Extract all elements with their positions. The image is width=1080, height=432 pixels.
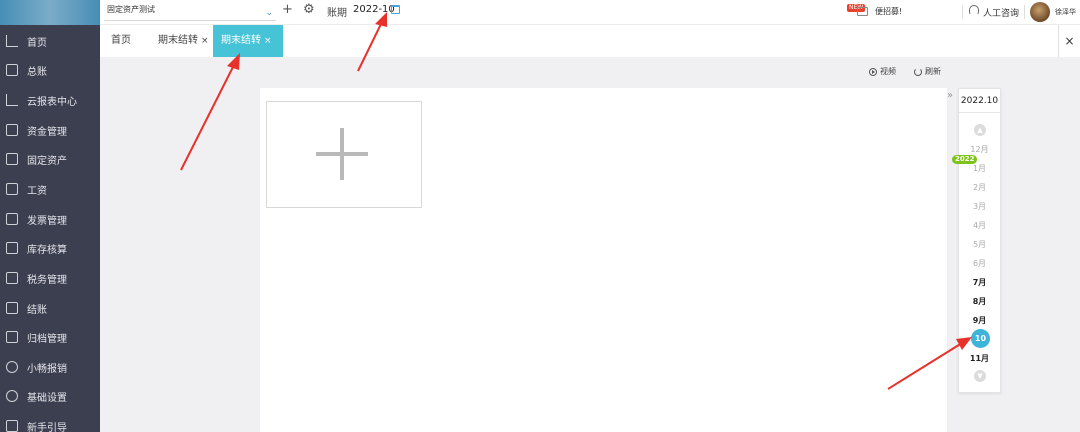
building-icon	[6, 153, 18, 165]
company-select[interactable]: 固定资产测试 ⌄	[104, 2, 276, 21]
avatar[interactable]	[1030, 2, 1050, 22]
sidebar-item-label: 基础设置	[27, 392, 67, 404]
sidebar-item-reimburse[interactable]: 小畅报销	[0, 356, 100, 378]
guide-icon	[6, 420, 18, 432]
expand-icon[interactable]: »	[947, 90, 953, 101]
sidebar-item-label: 结账	[27, 304, 47, 316]
tax-icon	[6, 272, 18, 284]
add-icon[interactable]: +	[282, 2, 293, 18]
sidebar-item-archive[interactable]: 归档管理	[0, 326, 100, 348]
close-icon[interactable]: ×	[201, 36, 209, 46]
tab-label: 期末结转	[158, 35, 198, 46]
video-label: 视频	[880, 67, 896, 76]
logo	[0, 0, 100, 25]
sidebar-item-fixed-assets[interactable]: 固定资产	[0, 148, 100, 170]
plus-icon-vertical	[340, 128, 344, 180]
chevron-down-icon[interactable]: ▼	[974, 370, 986, 382]
period-value[interactable]: 2022-10	[353, 4, 395, 15]
chart-icon	[6, 94, 18, 106]
main-content	[260, 88, 947, 432]
sidebar-item-tax[interactable]: 税务管理	[0, 267, 100, 289]
month-item[interactable]: 9月	[959, 315, 1000, 326]
period-picker: 2022.10 ▲ 12月 1月 2月 3月 4月 5月 6月 7月 8月 9月…	[958, 88, 1001, 393]
sidebar-item-label: 发票管理	[27, 215, 67, 227]
chevron-down-icon: ⌄	[265, 8, 273, 18]
month-item-selected[interactable]: 10月	[971, 329, 990, 362]
month-item[interactable]: 11月	[959, 353, 1000, 364]
headset-icon[interactable]	[969, 5, 979, 15]
sidebar-item-guide[interactable]: 新手引导	[0, 415, 100, 432]
period-picker-current: 2022.10	[959, 89, 1000, 113]
tab-period-end-transfer[interactable]: 期末结转 ×	[150, 25, 217, 57]
sidebar-item-ledger[interactable]: 总账	[0, 59, 100, 81]
gear-icon[interactable]: ⚙	[303, 2, 315, 18]
month-item[interactable]: 7月	[959, 277, 1000, 288]
month-item[interactable]: 5月	[959, 239, 1000, 250]
close-all-tabs-icon[interactable]: ×	[1058, 25, 1080, 57]
wallet-icon	[6, 124, 18, 136]
tab-label: 首页	[111, 35, 131, 46]
sidebar-item-label: 首页	[27, 37, 47, 49]
month-item[interactable]: 3月	[959, 201, 1000, 212]
sidebar-item-invoices[interactable]: 发票管理	[0, 208, 100, 230]
calendar-icon[interactable]	[391, 5, 400, 14]
chevron-up-icon[interactable]: ▲	[974, 124, 986, 136]
payroll-icon	[6, 183, 18, 195]
sidebar-item-checkout[interactable]: 结账	[0, 297, 100, 319]
month-item[interactable]: 6月	[959, 258, 1000, 269]
sidebar-item-label: 税务管理	[27, 274, 67, 286]
checkout-icon	[6, 302, 18, 314]
tab-bar: 首页 期末结转 × 期末结转 × ×	[100, 25, 1080, 57]
divider	[962, 5, 963, 19]
tab-home[interactable]: 首页	[103, 25, 139, 57]
sidebar-item-label: 固定资产	[27, 155, 67, 167]
warehouse-icon	[6, 242, 18, 254]
tab-label: 期末结转	[221, 35, 261, 46]
sidebar-item-label: 工资	[27, 185, 47, 197]
reimburse-icon	[6, 361, 18, 373]
month-item[interactable]: 2月	[959, 182, 1000, 193]
sidebar-item-label: 新手引导	[27, 422, 67, 432]
refresh-icon	[914, 67, 922, 76]
sidebar-item-payroll[interactable]: 工资	[0, 178, 100, 200]
refresh-button[interactable]: 刷新	[914, 66, 941, 77]
invoice-icon	[6, 213, 18, 225]
archive-icon	[6, 331, 18, 343]
sidebar-item-label: 库存核算	[27, 244, 67, 256]
divider	[1024, 5, 1025, 19]
ledger-icon	[6, 64, 18, 76]
video-button[interactable]: 视频	[869, 66, 896, 77]
month-item[interactable]: 12月	[959, 144, 1000, 155]
month-item[interactable]: 4月	[959, 220, 1000, 231]
play-icon	[869, 67, 877, 76]
sidebar: 首页 总账 云报表中心 资金管理 固定资产 工资 发票管理 库存核算 税务管理 …	[0, 0, 100, 432]
settings-icon	[6, 390, 18, 402]
period-label: 账期	[327, 8, 347, 19]
year-badge: 2022	[952, 155, 978, 164]
sidebar-item-label: 资金管理	[27, 126, 67, 138]
sidebar-item-label: 总账	[27, 66, 47, 78]
sidebar-item-funds[interactable]: 资金管理	[0, 119, 100, 141]
close-icon[interactable]: ×	[264, 36, 272, 46]
sidebar-item-label: 归档管理	[27, 333, 67, 345]
sidebar-item-home[interactable]: 首页	[0, 30, 100, 52]
promo-link[interactable]: 便招募!	[875, 6, 902, 17]
sidebar-item-label: 云报表中心	[27, 96, 77, 108]
sidebar-item-report-center[interactable]: 云报表中心	[0, 89, 100, 111]
username[interactable]: 徐泽华	[1055, 7, 1076, 17]
gift-icon[interactable]	[857, 7, 868, 16]
support-link[interactable]: 人工咨询	[983, 6, 1019, 19]
refresh-label: 刷新	[925, 67, 941, 76]
add-template-card[interactable]	[266, 101, 422, 208]
annotation-arrow-tab	[180, 62, 236, 171]
month-item[interactable]: 8月	[959, 296, 1000, 307]
tab-period-end-transfer-active[interactable]: 期末结转 ×	[213, 25, 283, 57]
company-name: 固定资产测试	[107, 5, 155, 14]
sidebar-item-label: 小畅报销	[27, 363, 67, 375]
sidebar-item-inventory[interactable]: 库存核算	[0, 237, 100, 259]
sidebar-item-settings[interactable]: 基础设置	[0, 385, 100, 407]
top-bar: 固定资产测试 ⌄ + ⚙ 账期 2022-10 NEW 便招募! 人工咨询 徐泽…	[100, 0, 1080, 25]
month-item[interactable]: 1月	[959, 163, 1000, 174]
home-icon	[6, 35, 18, 47]
